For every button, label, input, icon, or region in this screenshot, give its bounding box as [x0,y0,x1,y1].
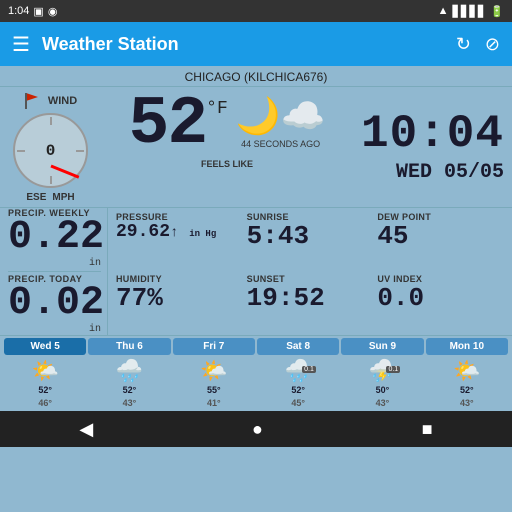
temperature-value: 52 [129,91,207,159]
wind-flag-icon [24,91,44,111]
forecast-temps-4: 50°43° [376,384,390,409]
forecast-item-4: ⛈️0.150°43° [341,358,423,409]
current-weather-icon: 🌙☁️ [236,95,326,137]
back-button[interactable]: ◀ [79,419,93,440]
forecast-tab-Sat8[interactable]: Sat 8 [257,338,339,355]
wind-speed: 0 [46,142,56,160]
forecast-tab-Wed5[interactable]: Wed 5 [4,338,86,355]
sunset-value: 19:52 [247,284,370,313]
sunrise-cell: SUNRISE 5:43 [243,210,374,272]
precip-panel: PRECIP. WEEKLY 0.22 in PRECIP. TODAY 0.0… [8,208,108,335]
precip-today-value: 0.02 [8,284,101,324]
forecast-temps-0: 52°46° [38,384,52,409]
upper-section: WIND 0 ESE MPH 52 °F 🌙☁️ 44 [0,87,512,207]
status-right: ▲ ▋▋▋▋ 🔋 [438,5,504,18]
pressure-value: 29.62↑ in Hg [116,222,239,242]
bottom-nav: ◀ ● ■ [0,411,512,447]
wind-label: WIND [48,95,77,107]
station-name: CHICAGO (KILCHICA676) [0,66,512,87]
wind-unit: MPH [52,192,74,203]
status-bar: 1:04 ▣ ◉ ▲ ▋▋▋▋ 🔋 [0,0,512,22]
pressure-cell: PRESSURE 29.62↑ in Hg [112,210,243,272]
forecast-tab-Sun9[interactable]: Sun 9 [341,338,423,355]
precip-weekly-value: 0.22 [8,218,101,258]
forecast-tab-Fri7[interactable]: Fri 7 [173,338,255,355]
forecast-days-tabs: Wed 5Thu 6Fri 7Sat 8Sun 9Mon 10 [4,338,508,355]
sunset-cell: SUNSET 19:52 [243,272,374,334]
menu-icon[interactable]: ☰ [12,32,30,57]
wind-direction: ESE [26,192,46,203]
pressure-label: PRESSURE [116,212,239,222]
clock-section: 10:04 WED 05/05 [361,91,504,203]
status-icon2: ◉ [48,5,58,18]
sunset-label: SUNSET [247,274,370,284]
wind-label-row: WIND [24,91,77,111]
top-bar-actions: ↻ ⊘ [456,34,500,55]
forecast-item-3: 🌧️0.152°45° [257,358,339,409]
clock-date: WED 05/05 [396,161,504,184]
forecast-item-5: 🌤️52°43° [426,358,508,409]
wifi-icon: ▲ [438,5,449,17]
wind-dir-unit-row: ESE MPH [26,192,74,203]
forecast-temps-1: 52°43° [123,384,137,409]
compass-circle: 0 [13,113,88,188]
battery-icon: 🔋 [490,5,504,18]
signal-icon: ▋▋▋▋ [452,5,486,18]
dewpoint-value: 45 [377,222,500,251]
status-icon1: ▣ [33,5,43,18]
status-time: 1:04 [8,5,29,17]
home-button[interactable]: ● [252,419,263,440]
status-left: 1:04 ▣ ◉ [8,5,57,18]
temp-section: 52 °F 🌙☁️ 44 SECONDS AGO FEELS LIKE [99,91,355,203]
forecast-weather-icon-1: 🌧️ [116,358,143,383]
temperature-unit: °F [206,99,228,119]
temp-row: 52 °F 🌙☁️ 44 SECONDS AGO [129,91,326,159]
forecast-weather-icon-5: 🌤️ [453,358,480,383]
middle-section: PRECIP. WEEKLY 0.22 in PRECIP. TODAY 0.0… [0,207,512,335]
clock-time: 10:04 [361,111,504,157]
forecast-tab-Mon10[interactable]: Mon 10 [426,338,508,355]
data-grid: PRESSURE 29.62↑ in Hg SUNRISE 5:43 DEW P… [112,208,504,335]
forecast-item-2: 🌤️55°41° [173,358,255,409]
uvindex-value: 0.0 [377,284,500,313]
uvindex-cell: UV INDEX 0.0 [373,272,504,334]
forecast-tab-Thu6[interactable]: Thu 6 [88,338,170,355]
wind-panel: WIND 0 ESE MPH [8,91,93,203]
time-ago: 44 SECONDS AGO [241,139,320,149]
settings-button[interactable]: ⊘ [485,34,500,55]
humidity-cell: HUMIDITY 77% [112,272,243,334]
refresh-button[interactable]: ↻ [456,34,471,55]
forecast-temps-5: 52°43° [460,384,474,409]
forecast-icons-row: 🌤️52°46°🌧️52°43°🌤️55°41°🌧️0.152°45°⛈️0.1… [4,358,508,409]
feels-like-label: FEELS LIKE [201,159,253,169]
dewpoint-cell: DEW POINT 45 [373,210,504,272]
forecast-item-0: 🌤️52°46° [4,358,86,409]
forecast-section: Wed 5Thu 6Fri 7Sat 8Sun 9Mon 10 🌤️52°46°… [0,335,512,411]
uvindex-label: UV INDEX [377,274,500,284]
forecast-weather-icon-0: 🌤️ [31,358,58,383]
divider [8,271,101,272]
forecast-item-1: 🌧️52°43° [88,358,170,409]
forecast-temps-2: 55°41° [207,384,221,409]
recent-button[interactable]: ■ [422,419,433,440]
top-bar: ☰ Weather Station ↻ ⊘ [0,22,512,66]
weather-icon-area: 🌙☁️ 44 SECONDS AGO [236,91,326,149]
humidity-label: HUMIDITY [116,274,239,284]
forecast-weather-icon-2: 🌤️ [200,358,227,383]
humidity-value: 77% [116,284,239,313]
app-title: Weather Station [42,34,444,55]
compass-container: 0 [13,113,88,188]
forecast-temps-3: 52°45° [291,384,305,409]
sunrise-value: 5:43 [247,222,370,251]
